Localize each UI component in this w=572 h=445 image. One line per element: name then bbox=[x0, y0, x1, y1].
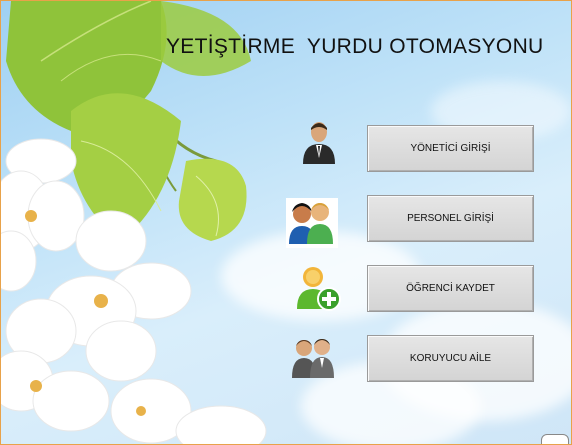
register-student-label: ÖĞRENCİ KAYDET bbox=[406, 283, 495, 294]
foster-family-button[interactable]: KORUYUCU AİLE bbox=[367, 335, 534, 382]
staff-icon bbox=[286, 198, 338, 248]
manager-login-button[interactable]: YÖNETİCİ GİRİŞİ bbox=[367, 125, 534, 172]
app-title: YETİŞTİRME YURDU OTOMASYONU bbox=[166, 35, 544, 58]
corner-tab bbox=[541, 434, 569, 444]
register-student-button[interactable]: ÖĞRENCİ KAYDET bbox=[367, 265, 534, 312]
foster-family-label: KORUYUCU AİLE bbox=[409, 353, 492, 364]
manager-login-label: YÖNETİCİ GİRİŞİ bbox=[410, 143, 491, 154]
foster-family-icon bbox=[292, 339, 334, 378]
add-student-icon bbox=[297, 267, 341, 311]
manager-icon bbox=[303, 122, 335, 164]
main-window: YETİŞTİRME YURDU OTOMASYONU YÖNETİCİ GİR… bbox=[0, 0, 572, 445]
staff-login-button[interactable]: PERSONEL GİRİŞİ bbox=[367, 195, 534, 242]
staff-login-label: PERSONEL GİRİŞİ bbox=[407, 213, 494, 224]
